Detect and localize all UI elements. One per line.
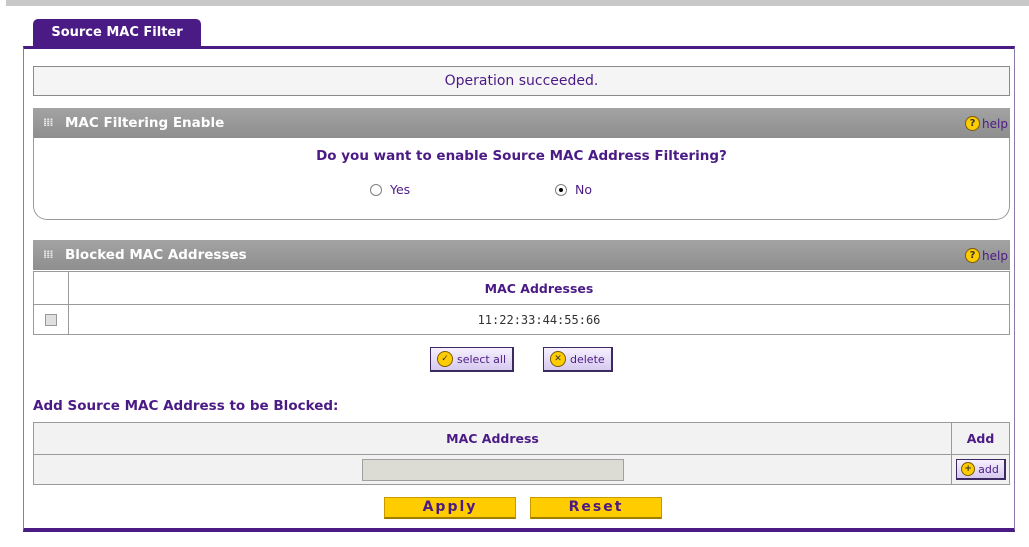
grip-icon: ⁞⁞⁞ [43, 116, 54, 129]
add-button[interactable]: + add [955, 459, 1006, 480]
section-title: MAC Filtering Enable [65, 115, 225, 131]
plus-circle-icon: + [961, 462, 976, 476]
check-circle-icon: ✓ [437, 351, 453, 367]
help-icon: ? [965, 248, 981, 263]
table-row: + add [33, 454, 1010, 485]
column-header-mac-addresses: MAC Addresses [68, 271, 1010, 305]
apply-button[interactable]: Apply [384, 497, 516, 519]
grip-icon: ⁞⁞⁞ [43, 248, 54, 261]
checkbox-column-header [33, 271, 69, 305]
mac-address-input[interactable] [361, 458, 624, 481]
add-mac-table: MAC Address Add + add [33, 422, 1010, 485]
table-header-row: MAC Address Add [33, 422, 1010, 455]
section-title: Blocked MAC Addresses [65, 247, 247, 263]
select-all-label: select all [457, 352, 507, 366]
help-label: help [982, 116, 1008, 131]
radio-yes[interactable] [370, 183, 382, 196]
radio-option-yes[interactable]: Yes [370, 182, 410, 197]
table-row: 11:22:33:44:55:66 [33, 304, 1010, 335]
mac-address-cell: 11:22:33:44:55:66 [68, 304, 1010, 335]
row-checkbox[interactable] [45, 313, 57, 326]
column-header-mac-address: MAC Address [33, 422, 952, 455]
select-all-button[interactable]: ✓ select all [430, 347, 515, 372]
x-circle-icon: ✕ [550, 351, 566, 367]
tab-source-mac-filter[interactable]: Source MAC Filter [33, 19, 201, 47]
top-border [6, 0, 1029, 6]
table-header-row: MAC Addresses [33, 271, 1010, 305]
radio-no-label: No [575, 182, 592, 197]
status-message: Operation succeeded. [33, 66, 1010, 96]
row-checkbox-cell [33, 304, 69, 335]
column-header-add: Add [951, 422, 1010, 455]
delete-label: delete [570, 352, 605, 366]
enable-panel: Do you want to enable Source MAC Address… [33, 138, 1010, 220]
section-mac-filtering-enable: ⁞⁞⁞ MAC Filtering Enable ? help [33, 108, 1010, 138]
delete-button[interactable]: ✕ delete [543, 347, 613, 372]
help-link[interactable]: ? help [965, 116, 1008, 131]
radio-yes-label: Yes [390, 182, 411, 197]
add-mac-heading: Add Source MAC Address to be Blocked: [33, 398, 339, 414]
radio-no[interactable] [555, 183, 567, 196]
add-button-cell: + add [951, 454, 1010, 485]
reset-button[interactable]: Reset [530, 497, 662, 519]
help-link[interactable]: ? help [965, 248, 1008, 263]
mac-input-cell [33, 454, 952, 485]
filter-question: Do you want to enable Source MAC Address… [316, 148, 727, 164]
help-icon: ? [965, 116, 981, 131]
section-blocked-mac-addresses: ⁞⁞⁞ Blocked MAC Addresses ? help [33, 240, 1010, 270]
help-label: help [982, 248, 1008, 263]
blocked-mac-table: MAC Addresses 11:22:33:44:55:66 [33, 271, 1010, 335]
add-label: add [978, 462, 999, 476]
radio-option-no[interactable]: No [555, 182, 592, 197]
